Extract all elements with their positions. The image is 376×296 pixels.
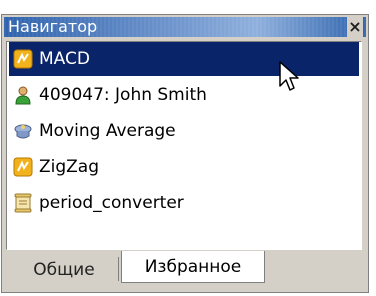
navigator-list: MACD 409047: John Smith Moving Average Z… <box>6 41 362 250</box>
list-item[interactable]: period_converter <box>9 186 359 220</box>
indicator-icon <box>13 157 33 177</box>
tab-bar: Общие Избранное <box>6 251 364 287</box>
list-item-label: period_converter <box>39 193 184 213</box>
list-item[interactable]: Moving Average <box>9 114 359 148</box>
indicator-icon <box>13 49 33 69</box>
tab-divider <box>118 257 119 281</box>
list-item-label: 409047: John Smith <box>39 85 207 105</box>
list-item[interactable]: MACD <box>9 42 359 76</box>
list-item[interactable]: 409047: John Smith <box>9 78 359 112</box>
tab-general[interactable]: Общие <box>16 255 112 285</box>
account-icon <box>13 85 33 105</box>
script-icon <box>13 193 33 213</box>
list-item-label: ZigZag <box>39 157 100 177</box>
close-icon[interactable]: × <box>347 17 363 37</box>
list-item-label: MACD <box>39 49 90 69</box>
panel-titlebar[interactable]: Навигатор × <box>4 17 366 37</box>
list-item[interactable]: ZigZag <box>9 150 359 184</box>
tab-favorites[interactable]: Избранное <box>121 251 265 283</box>
list-item-label: Moving Average <box>39 121 176 141</box>
navigator-panel: Навигатор × MACD 409047: John Smith Movi… <box>1 14 369 293</box>
expert-advisor-icon <box>13 121 33 141</box>
mouse-pointer-icon <box>279 61 299 91</box>
panel-title: Навигатор <box>8 17 98 36</box>
